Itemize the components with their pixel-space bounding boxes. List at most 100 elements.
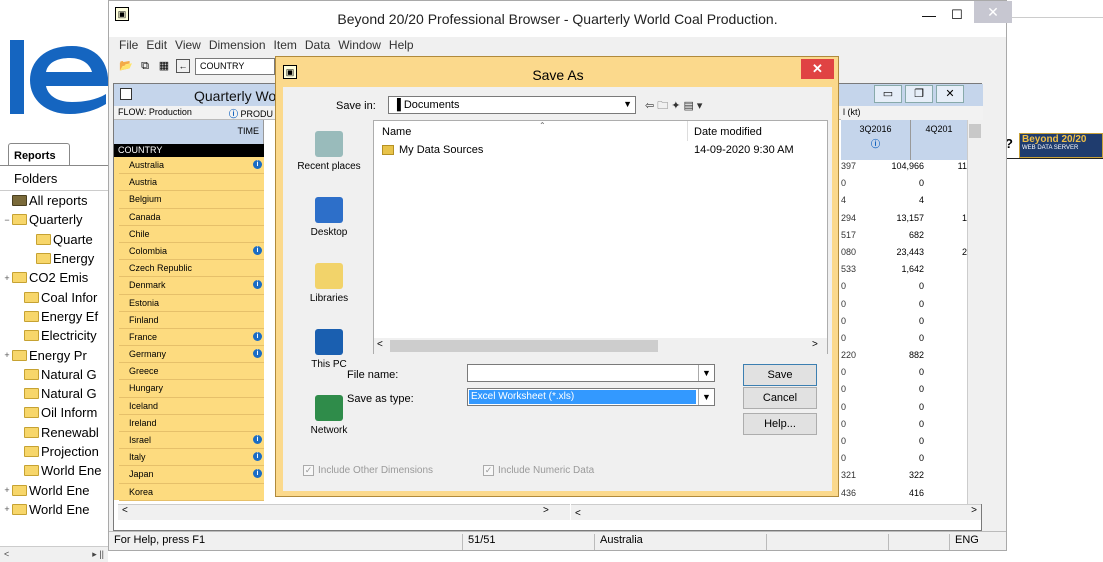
table-cell[interactable]: [926, 488, 967, 505]
name-column-header[interactable]: Name: [382, 126, 411, 138]
table-cell[interactable]: [926, 264, 967, 281]
table-cell[interactable]: [926, 195, 967, 212]
table-cell[interactable]: [926, 402, 967, 419]
table-cell[interactable]: [926, 470, 967, 487]
scroll-left-arrow-icon[interactable]: <: [118, 505, 128, 516]
country-row[interactable]: Korea: [119, 483, 264, 501]
table-cell[interactable]: 11: [926, 161, 967, 178]
scroll-right-arrow-icon[interactable]: >: [971, 505, 977, 516]
tree-item[interactable]: + Energy Pr: [0, 345, 108, 364]
table-cell[interactable]: 0: [861, 281, 926, 298]
file-list-scrollbar[interactable]: < >: [374, 338, 827, 354]
table-cell[interactable]: [926, 333, 967, 350]
table-cell[interactable]: 0: [841, 384, 861, 401]
info-icon[interactable]: ⓘ: [229, 109, 241, 119]
table-cell[interactable]: [926, 367, 967, 384]
copy-icon[interactable]: ⧉: [138, 59, 152, 73]
table-cell[interactable]: 104,966: [861, 161, 926, 178]
table-cell[interactable]: [926, 419, 967, 436]
scroll-left-arrow-icon[interactable]: <: [377, 339, 383, 350]
table-cell[interactable]: 0: [861, 453, 926, 470]
info-icon[interactable]: i: [253, 331, 262, 341]
expand-icon[interactable]: +: [2, 273, 12, 283]
table-cell[interactable]: 0: [841, 178, 861, 195]
table-cell[interactable]: [926, 350, 967, 367]
tree-item[interactable]: Natural G: [0, 384, 108, 403]
dimension-arrow-icon[interactable]: ←: [176, 59, 190, 73]
scroll-right-arrow-icon[interactable]: >: [543, 505, 549, 516]
tree-item[interactable]: + World Ene: [0, 480, 108, 499]
doc-minimize-icon[interactable]: ▭: [874, 85, 902, 103]
table-cell[interactable]: 0: [861, 299, 926, 316]
country-row[interactable]: Czech Republic: [119, 260, 264, 278]
menu-item[interactable]: Item: [274, 38, 297, 55]
collapse-icon[interactable]: −: [2, 215, 12, 225]
close-icon[interactable]: ✕: [974, 1, 1012, 23]
file-list[interactable]: Name ⌃ Date modified My Data Sources 14-…: [373, 120, 828, 354]
save-type-value[interactable]: Excel Worksheet (*.xls): [469, 390, 696, 404]
back-icon[interactable]: ⇦: [645, 100, 657, 112]
table-cell[interactable]: 0: [861, 384, 926, 401]
left-horizontal-scrollbar[interactable]: < ▸ ||: [0, 546, 108, 562]
country-row[interactable]: Denmark i: [119, 277, 264, 295]
info-icon[interactable]: i: [253, 245, 262, 255]
country-row[interactable]: Italy i: [119, 449, 264, 467]
table-cell[interactable]: [926, 436, 967, 453]
place-this-pc[interactable]: This PC: [292, 329, 366, 391]
scroll-right-arrow-icon[interactable]: ▸ ||: [92, 549, 104, 560]
table-cell[interactable]: [926, 299, 967, 316]
scroll-left-arrow-icon[interactable]: <: [571, 508, 581, 519]
date-column-header[interactable]: Date modified: [694, 126, 762, 138]
place-desktop[interactable]: Desktop: [292, 197, 366, 259]
file-name-value[interactable]: [468, 367, 471, 379]
table-cell[interactable]: 0: [861, 333, 926, 350]
table-cell[interactable]: 1: [926, 213, 967, 230]
tree-item[interactable]: Renewabl: [0, 423, 108, 442]
expand-icon[interactable]: +: [2, 350, 12, 360]
table-cell[interactable]: 0: [861, 178, 926, 195]
table-cell[interactable]: [926, 316, 967, 333]
data-vertical-scrollbar[interactable]: [967, 120, 982, 504]
grid-icon[interactable]: ▦: [157, 59, 171, 73]
tree-item[interactable]: Electricity: [0, 326, 108, 345]
column-header[interactable]: 4Q201: [911, 120, 967, 160]
help-button[interactable]: Help...: [743, 413, 817, 435]
table-cell[interactable]: 882: [861, 350, 926, 367]
table-cell[interactable]: 0: [841, 402, 861, 419]
include-numeric-data-checkbox[interactable]: ✓ Include Numeric Data: [483, 465, 594, 476]
info-icon[interactable]: i: [253, 452, 262, 462]
country-row[interactable]: Finland: [119, 311, 264, 329]
table-cell[interactable]: [926, 453, 967, 470]
table-cell[interactable]: 0: [841, 453, 861, 470]
scroll-right-arrow-icon[interactable]: >: [812, 339, 818, 350]
data-scrollbar[interactable]: < >: [571, 504, 981, 520]
chevron-down-icon[interactable]: ▼: [698, 389, 714, 405]
info-icon[interactable]: i: [253, 349, 262, 359]
place-libraries[interactable]: Libraries: [292, 263, 366, 325]
country-row[interactable]: Australia i: [119, 157, 264, 175]
table-cell[interactable]: 0: [861, 367, 926, 384]
tree-item[interactable]: + World Ene: [0, 500, 108, 519]
country-row[interactable]: Ireland: [119, 414, 264, 432]
flow-label[interactable]: FLOW: Production: [118, 107, 192, 117]
chevron-down-icon[interactable]: ▼: [623, 99, 632, 109]
table-cell[interactable]: 682: [861, 230, 926, 247]
table-cell[interactable]: 0: [841, 316, 861, 333]
table-cell[interactable]: 080: [841, 247, 861, 264]
table-cell[interactable]: [926, 281, 967, 298]
save-type-select[interactable]: Excel Worksheet (*.xls) ▼: [467, 388, 715, 406]
country-row[interactable]: Canada: [119, 208, 264, 226]
table-cell[interactable]: 2: [926, 247, 967, 264]
country-row[interactable]: Iceland: [119, 397, 264, 415]
table-cell[interactable]: 0: [861, 402, 926, 419]
info-icon[interactable]: i: [253, 280, 262, 290]
tree-item[interactable]: Energy: [0, 249, 108, 268]
table-cell[interactable]: 321: [841, 470, 861, 487]
scroll-thumb[interactable]: [390, 340, 658, 352]
info-icon[interactable]: i: [253, 160, 262, 169]
open-icon[interactable]: 📂: [119, 59, 133, 73]
tree-item[interactable]: Oil Inform: [0, 403, 108, 422]
reports-tab[interactable]: Reports: [8, 143, 70, 165]
country-row[interactable]: Hungary: [119, 380, 264, 398]
country-row[interactable]: Germany i: [119, 346, 264, 364]
